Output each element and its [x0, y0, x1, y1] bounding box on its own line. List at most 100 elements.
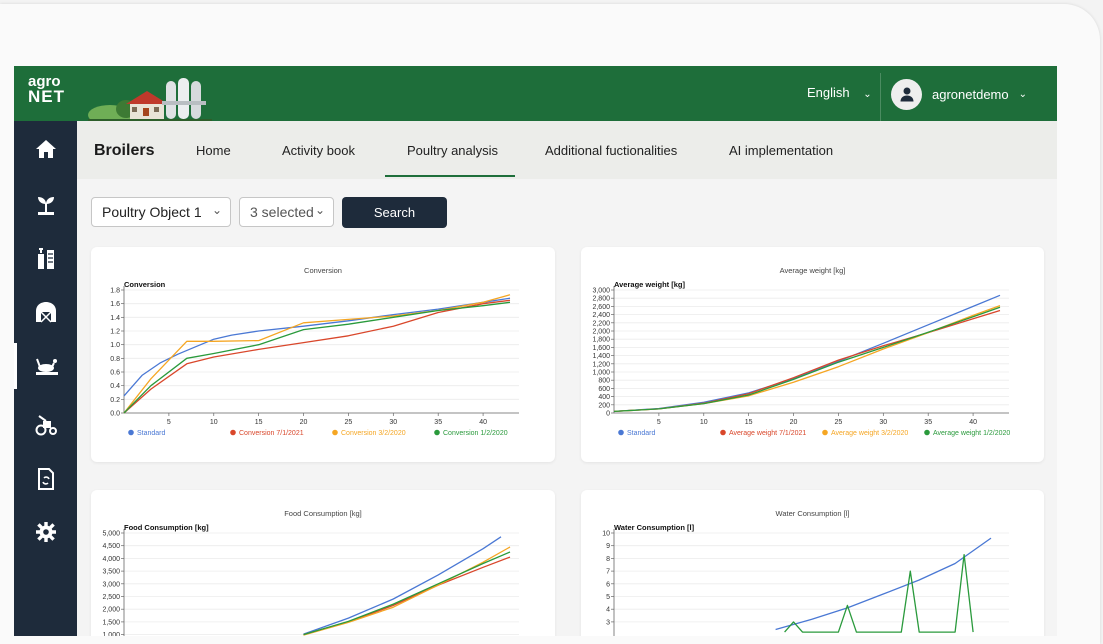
plant-icon — [37, 197, 54, 215]
legend-marker — [924, 429, 930, 436]
tab-ai-implementation[interactable]: AI implementation — [729, 143, 833, 158]
sidebar-item-livestock[interactable] — [14, 343, 77, 389]
sidebar-item-settings[interactable] — [14, 509, 77, 555]
x-tick-label: 20 — [790, 419, 798, 426]
sidebar-item-barn[interactable] — [14, 289, 77, 335]
y-tick-label: 0.8 — [110, 356, 120, 363]
poultry-object-value: Poultry Object 1 — [102, 204, 202, 220]
series-line — [613, 304, 1001, 413]
active-tab-indicator — [385, 175, 515, 177]
sidebar — [14, 121, 77, 636]
y-tick-label: 5,000 — [102, 531, 120, 538]
module-navbar: Broilers Home Activity book Poultry anal… — [77, 121, 1057, 179]
sidebar-item-plants[interactable] — [14, 182, 77, 228]
average-weight-chart-card: Average weight [kg] Average weight [kg] 0 2… — [581, 247, 1044, 462]
agronet-logo[interactable]: agro NET — [28, 74, 74, 114]
sidebar-item-home[interactable] — [14, 126, 77, 172]
x-tick-label: 35 — [434, 419, 442, 426]
y-tick-label: 2,000 — [592, 329, 610, 336]
x-tick-label: 25 — [345, 419, 353, 426]
chevron-down-icon: ⌄ — [211, 203, 222, 217]
legend-marker — [434, 429, 440, 436]
y-tick-label: 0 — [606, 411, 610, 418]
y-tick-label: 10 — [602, 531, 610, 538]
y-axis-label: Water Consumption [l] — [614, 523, 695, 532]
y-axis-label: Conversion — [124, 280, 166, 289]
user-icon — [900, 87, 913, 102]
tab-activity-book[interactable]: Activity book — [282, 143, 355, 158]
logo-line-2: NET — [28, 87, 65, 106]
legend-marker — [618, 429, 624, 436]
document-sync-icon — [37, 468, 54, 490]
y-tick-label: 2,600 — [592, 304, 610, 311]
legend-marker — [230, 429, 236, 436]
legend-label: Standard — [137, 430, 166, 437]
y-tick-label: 2,400 — [592, 312, 610, 319]
y-axis-label: Average weight [kg] — [614, 280, 685, 289]
y-tick-label: 1,000 — [592, 370, 610, 377]
x-tick-label: 25 — [835, 419, 843, 426]
legend-label: Conversion 7/1/2021 — [239, 430, 304, 437]
y-tick-label: 3,000 — [102, 581, 120, 588]
user-menu[interactable]: agronetdemo ⌄ — [891, 78, 1027, 110]
y-tick-label: 2,800 — [592, 296, 610, 303]
chart-title: Food Consumption [kg] — [284, 509, 362, 518]
sidebar-item-crops[interactable] — [14, 235, 77, 281]
chevron-down-icon: ⌄ — [863, 89, 872, 100]
x-tick-label: 15 — [255, 419, 263, 426]
average-weight-chart: Average weight [kg] Average weight [kg] 0 2… — [592, 266, 1010, 437]
legend-label: Standard — [627, 430, 656, 437]
tab-poultry-analysis[interactable]: Poultry analysis — [407, 143, 498, 158]
x-tick-label: 5 — [657, 419, 661, 426]
y-tick-label: 1,600 — [592, 345, 610, 352]
avatar — [891, 78, 922, 110]
legend-marker — [332, 429, 338, 436]
gear-icon — [35, 522, 56, 542]
x-tick-label: 5 — [167, 419, 171, 426]
y-tick-label: 400 — [598, 394, 610, 401]
y-tick-label: 0.4 — [110, 383, 120, 390]
chart-title: Water Consumption [l] — [776, 509, 850, 518]
top-bar: agro NET English ⌄ agronetdemo ⌄ — [14, 66, 1057, 121]
y-tick-label: 1,500 — [102, 619, 120, 626]
legend-marker — [128, 429, 134, 436]
crops-icon — [37, 248, 54, 269]
chart-title: Conversion — [304, 266, 342, 275]
y-tick-label: 2,200 — [592, 320, 610, 327]
y-tick-label: 1.4 — [110, 315, 120, 322]
y-tick-label: 1,000 — [102, 632, 120, 636]
food-consumption-chart: Food Consumption [kg] Food Consumption [k… — [102, 509, 519, 636]
tab-home[interactable]: Home — [196, 143, 231, 158]
app-window: agro NET English ⌄ agronetdemo ⌄ Broiler… — [14, 66, 1057, 636]
legend-marker — [720, 429, 726, 436]
x-tick-label: 40 — [969, 419, 977, 426]
series-line — [123, 301, 511, 414]
poultry-object-select[interactable]: Poultry Object 1 ⌄ — [91, 197, 231, 227]
legend-label: Conversion 1/2/2020 — [443, 430, 508, 437]
sidebar-item-machinery[interactable] — [14, 401, 77, 447]
y-tick-label: 7 — [606, 569, 610, 576]
y-axis-label: Food Consumption [kg] — [124, 523, 209, 532]
language-selector[interactable]: English ⌄ — [807, 85, 872, 100]
y-tick-label: 0.6 — [110, 370, 120, 377]
batch-multiselect[interactable]: 3 selected ⌄ — [239, 197, 334, 227]
sidebar-item-documents[interactable] — [14, 456, 77, 502]
conversion-chart-card: Conversion Conversion 0.0 0.2 0.4 0.6 0.8 1.0 1.… — [91, 247, 555, 462]
search-button[interactable]: Search — [342, 197, 447, 228]
x-tick-label: 35 — [924, 419, 932, 426]
chart-title: Average weight [kg] — [780, 266, 846, 275]
y-tick-label: 3 — [606, 619, 610, 626]
tab-additional-functionalities[interactable]: Additional fuctionalities — [545, 143, 677, 158]
y-tick-label: 2,500 — [102, 594, 120, 601]
y-tick-label: 1,200 — [592, 361, 610, 368]
water-consumption-chart: Water Consumption [l] Water Consumption [… — [602, 509, 1009, 636]
y-tick-label: 2,000 — [102, 607, 120, 614]
y-tick-label: 1.0 — [110, 342, 120, 349]
y-tick-label: 8 — [606, 556, 610, 563]
legend-marker — [822, 429, 828, 436]
y-tick-label: 1.8 — [110, 288, 120, 295]
module-title: Broilers — [94, 142, 155, 159]
series-line — [784, 553, 974, 633]
x-tick-label: 10 — [210, 419, 218, 426]
legend-label: Conversion 3/2/2020 — [341, 430, 406, 437]
